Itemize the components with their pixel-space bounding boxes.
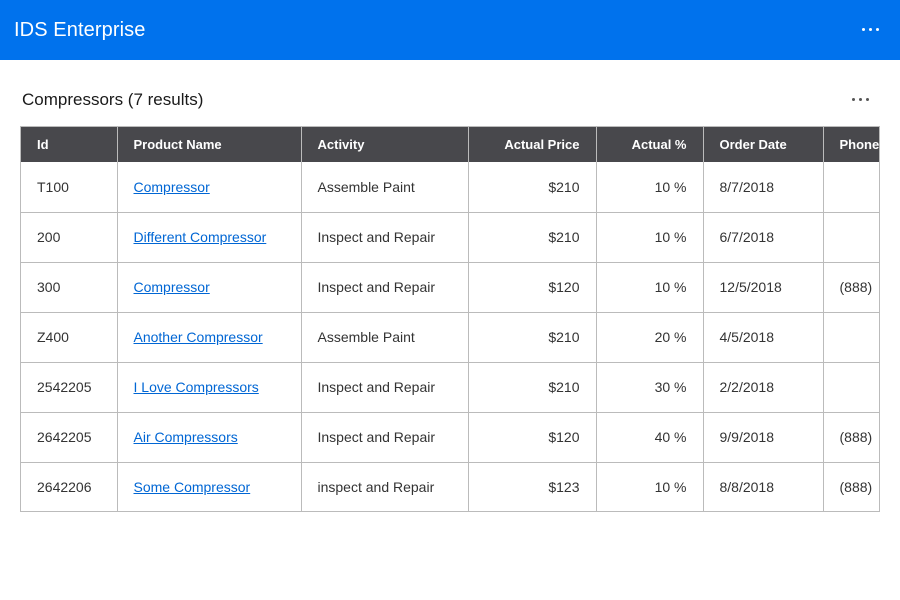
cell-id: 200: [21, 212, 118, 263]
cell-product-name: Some Compressor: [117, 462, 302, 511]
cell-activity: Assemble Paint: [301, 312, 469, 363]
app-header: IDS Enterprise: [0, 0, 900, 60]
cell-actual-percent: 10 %: [596, 162, 704, 213]
header-more-button[interactable]: [856, 14, 886, 44]
cell-phone: (888): [823, 262, 879, 313]
cell-order-date: 8/8/2018: [703, 462, 824, 511]
table-row[interactable]: 300 Compressor Inspect and Repair $120 10 % 1…: [21, 262, 879, 313]
cell-actual-percent: 20 %: [596, 312, 704, 363]
column-header-order-date[interactable]: Order Date: [703, 127, 824, 162]
product-link[interactable]: I Love Compressors: [134, 379, 259, 395]
cell-actual-percent: 10 %: [596, 462, 704, 511]
cell-product-name: Another Compressor: [117, 312, 302, 363]
app-title: IDS Enterprise: [14, 19, 146, 41]
cell-product-name: Compressor: [117, 262, 302, 313]
cell-phone: [823, 162, 879, 213]
table-row[interactable]: 2542205 I Love Compressors Inspect and Rep…: [21, 362, 879, 413]
cell-actual-percent: 40 %: [596, 412, 704, 463]
product-link[interactable]: Compressor: [134, 179, 210, 195]
column-header-product-name[interactable]: Product Name: [117, 127, 302, 162]
datagrid[interactable]: Id Product Name Activity Actual Price Ac…: [20, 126, 880, 512]
cell-product-name: Compressor: [117, 162, 302, 213]
cell-actual-percent: 30 %: [596, 362, 704, 413]
cell-id: 300: [21, 262, 118, 313]
cell-actual-price: $210: [468, 362, 597, 413]
cell-order-date: 4/5/2018: [703, 312, 824, 363]
card-more-button[interactable]: [846, 84, 876, 114]
cell-actual-price: $210: [468, 162, 597, 213]
cell-product-name: Air Compressors: [117, 412, 302, 463]
cell-phone: [823, 312, 879, 363]
cell-product-name: I Love Compressors: [117, 362, 302, 413]
cell-id: 2542205: [21, 362, 118, 413]
cell-activity: inspect and Repair: [301, 462, 469, 511]
cell-actual-percent: 10 %: [596, 212, 704, 263]
cell-actual-price: $210: [468, 312, 597, 363]
table-row[interactable]: 200 Different Compressor Inspect and Repai…: [21, 212, 879, 263]
cell-actual-percent: 10 %: [596, 262, 704, 313]
cell-id: 2642205: [21, 412, 118, 463]
datagrid-table: Id Product Name Activity Actual Price Ac…: [21, 127, 879, 511]
cell-phone: (888): [823, 412, 879, 463]
cell-id: T100: [21, 162, 118, 213]
table-row[interactable]: Z400 Another Compressor Assemble Paint $210…: [21, 312, 879, 363]
column-header-actual-price[interactable]: Actual Price: [468, 127, 597, 162]
more-horizontal-icon: [862, 28, 880, 31]
product-link[interactable]: Another Compressor: [134, 329, 263, 345]
cell-activity: Inspect and Repair: [301, 412, 469, 463]
cell-actual-price: $120: [468, 412, 597, 463]
cell-id: 2642206: [21, 462, 118, 511]
column-header-phone[interactable]: Phone: [823, 127, 879, 162]
cell-actual-price: $120: [468, 262, 597, 313]
column-header-id[interactable]: Id: [21, 127, 118, 162]
table-row[interactable]: 2642206 Some Compressor inspect and Repair…: [21, 462, 879, 511]
cell-phone: [823, 212, 879, 263]
cell-actual-price: $210: [468, 212, 597, 263]
product-link[interactable]: Different Compressor: [134, 229, 267, 245]
cell-activity: Inspect and Repair: [301, 212, 469, 263]
cell-actual-price: $123: [468, 462, 597, 511]
cell-activity: Inspect and Repair: [301, 262, 469, 313]
header-row: Id Product Name Activity Actual Price Ac…: [21, 127, 879, 162]
product-link[interactable]: Some Compressor: [134, 479, 251, 495]
table-row[interactable]: T100 Compressor Assemble Paint $210 10 % 8/7/…: [21, 162, 879, 213]
product-link[interactable]: Compressor: [134, 279, 210, 295]
cell-phone: (888): [823, 462, 879, 511]
card-title: Compressors (7 results): [22, 90, 204, 109]
cell-order-date: 9/9/2018: [703, 412, 824, 463]
cell-phone: [823, 362, 879, 413]
cell-order-date: 6/7/2018: [703, 212, 824, 263]
table-row[interactable]: 2642205 Air Compressors Inspect and Repair…: [21, 412, 879, 463]
cell-activity: Assemble Paint: [301, 162, 469, 213]
column-header-activity[interactable]: Activity: [301, 127, 469, 162]
datagrid-body: T100 Compressor Assemble Paint $210 10 % 8/7/…: [21, 162, 879, 511]
cell-activity: Inspect and Repair: [301, 362, 469, 413]
cell-product-name: Different Compressor: [117, 212, 302, 263]
product-link[interactable]: Air Compressors: [134, 429, 238, 445]
cell-order-date: 2/2/2018: [703, 362, 824, 413]
more-horizontal-icon: [852, 98, 870, 101]
cell-order-date: 8/7/2018: [703, 162, 824, 213]
cell-order-date: 12/5/2018: [703, 262, 824, 313]
column-header-actual-percent[interactable]: Actual %: [596, 127, 704, 162]
cell-id: Z400: [21, 312, 118, 363]
